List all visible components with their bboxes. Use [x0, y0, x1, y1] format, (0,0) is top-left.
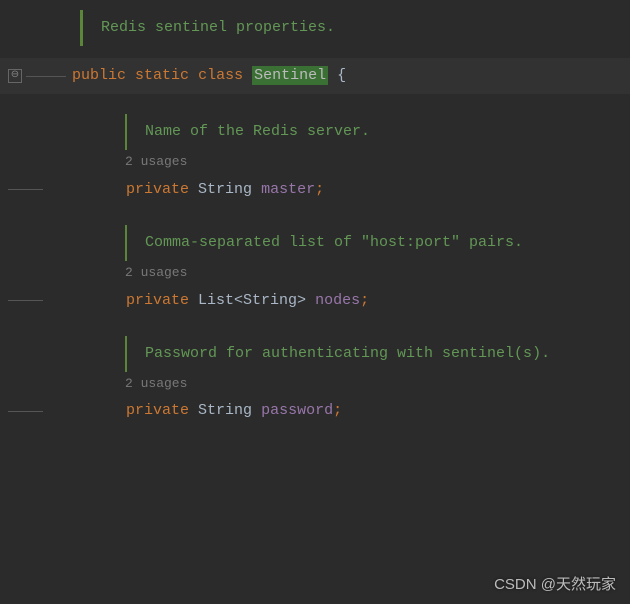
keyword-private: private — [126, 181, 189, 198]
fold-icon[interactable]: ⊖ — [8, 69, 22, 83]
watermark-text: CSDN @天然玩家 — [494, 573, 616, 594]
semicolon: ; — [360, 292, 369, 309]
keyword-private: private — [126, 292, 189, 309]
class-doc-block: Redis sentinel properties. — [80, 10, 630, 46]
usages-hint[interactable]: 2 usages — [125, 150, 630, 175]
field-type: String — [198, 181, 252, 198]
field-gutter — [8, 411, 68, 412]
class-code: public static class Sentinel { — [72, 64, 346, 88]
field-doc-text: Comma-separated list of "host:port" pair… — [145, 231, 523, 255]
field-declaration-line[interactable]: private String password; — [0, 396, 630, 426]
field-type: String — [198, 402, 252, 419]
field-generic: <String> — [234, 292, 306, 309]
code-editor[interactable]: Redis sentinel properties. ⊖ public stat… — [0, 10, 630, 426]
field-type: List — [198, 292, 234, 309]
field-doc-text: Password for authenticating with sentine… — [145, 342, 550, 366]
class-doc-text: Redis sentinel properties. — [101, 16, 335, 40]
field-declaration-line[interactable]: private String master; — [0, 175, 630, 205]
doc-comment-bar: Redis sentinel properties. — [80, 10, 630, 46]
field-doc-bar: Name of the Redis server. — [125, 114, 630, 150]
class-name: Sentinel — [252, 66, 328, 85]
field-doc-bar: Comma-separated list of "host:port" pair… — [125, 225, 630, 261]
class-declaration-line[interactable]: ⊖ public static class Sentinel { — [0, 58, 630, 94]
semicolon: ; — [315, 181, 324, 198]
keyword-public: public — [72, 67, 126, 84]
semicolon: ; — [333, 402, 342, 419]
field-gutter — [8, 300, 68, 301]
gutter-line — [26, 76, 66, 77]
field-name: master — [261, 181, 315, 198]
keyword-static: static — [135, 67, 189, 84]
open-brace: { — [337, 67, 346, 84]
field-name: nodes — [315, 292, 360, 309]
keyword-class: class — [198, 67, 243, 84]
usages-hint[interactable]: 2 usages — [125, 372, 630, 397]
usages-hint[interactable]: 2 usages — [125, 261, 630, 286]
field-gutter — [8, 189, 68, 190]
keyword-private: private — [126, 402, 189, 419]
field-doc-text: Name of the Redis server. — [145, 120, 370, 144]
field-name: password — [261, 402, 333, 419]
field-declaration-line[interactable]: private List<String> nodes; — [0, 286, 630, 316]
field-doc-bar: Password for authenticating with sentine… — [125, 336, 630, 372]
